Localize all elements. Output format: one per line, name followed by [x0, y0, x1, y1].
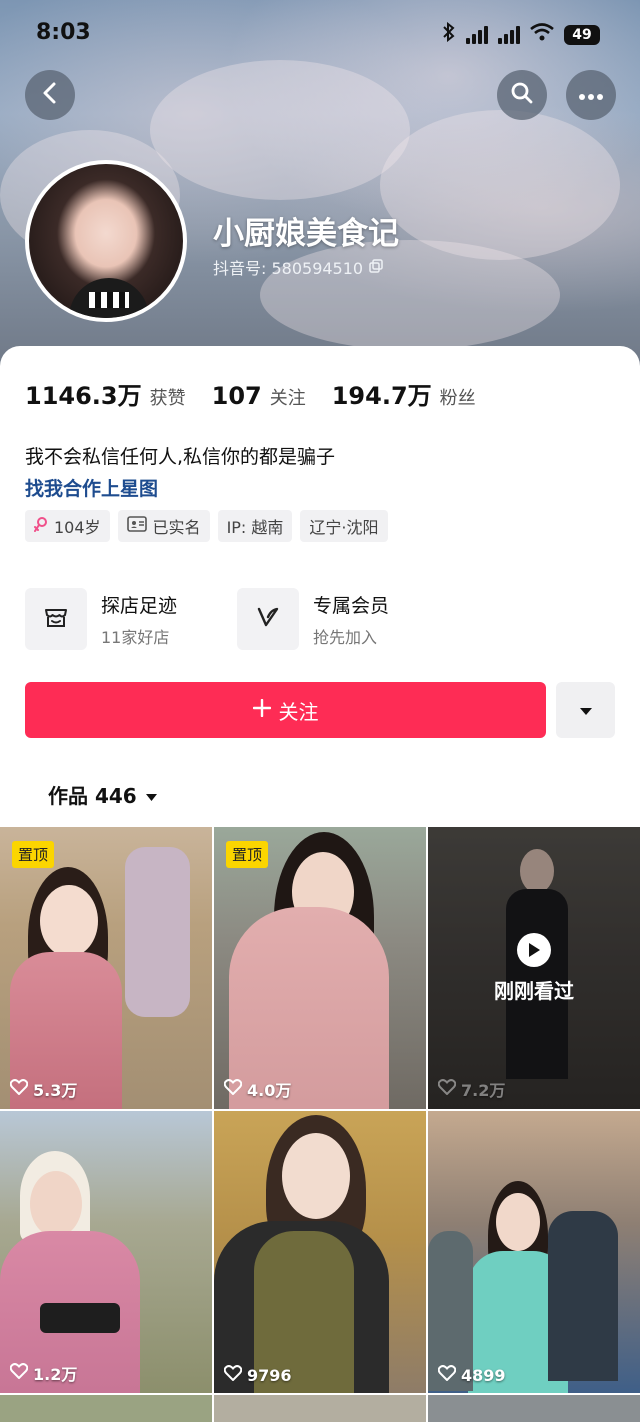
stat-followers-label: 粉丝 [439, 388, 476, 409]
tab-works[interactable]: 作品 446 [48, 780, 158, 809]
tag-ip: IP: 越南 [217, 510, 293, 542]
recently-viewed-overlay: 刚刚看过 [428, 827, 640, 1109]
follow-button[interactable]: 关注 [25, 682, 546, 738]
video-likes: 7.2万 [437, 1077, 506, 1101]
heart-icon [223, 1365, 243, 1385]
chevron-left-icon [41, 81, 59, 109]
heart-icon [9, 1363, 29, 1383]
wifi-icon [530, 23, 554, 46]
stats-row: 1146.3万 获赞 107 关注 194.7万 粉丝 [25, 376, 502, 411]
recommend-dropdown-button[interactable] [556, 682, 615, 738]
video-thumb[interactable]: 刚刚看过 7.2万 [428, 827, 640, 1109]
signal-icon-2 [498, 25, 520, 44]
follow-label: 关注 [278, 699, 319, 724]
vip-title: 专属会员 [313, 594, 390, 617]
status-bar: 8:03 49 [0, 0, 640, 64]
play-icon [517, 932, 551, 967]
search-icon [510, 81, 534, 109]
video-thumb[interactable]: 置顶 4.0万 [214, 827, 426, 1109]
vip-v-icon [254, 603, 282, 635]
recently-viewed-text: 刚刚看过 [494, 978, 574, 1003]
stat-likes[interactable]: 1146.3万 获赞 [25, 376, 186, 411]
triangle-down-icon [145, 783, 158, 807]
tag-verified: 已实名 [117, 510, 210, 542]
signal-icon [466, 25, 488, 44]
copy-icon[interactable] [369, 258, 383, 277]
stat-following-value: 107 [211, 382, 262, 410]
bio-link[interactable]: 找我合作上星图 [25, 474, 158, 501]
heart-icon [437, 1365, 457, 1385]
heart-icon [437, 1079, 457, 1099]
video-likes: 4.0万 [223, 1077, 292, 1101]
more-button[interactable] [566, 70, 616, 120]
female-icon [34, 516, 48, 536]
stat-likes-value: 1146.3万 [25, 382, 142, 410]
id-card-icon [126, 516, 147, 536]
bio-text: 我不会私信任何人,私信你的都是骗子 [25, 446, 336, 468]
status-time: 8:03 [36, 20, 91, 45]
shop-visits-subtitle: 11家好店 [101, 627, 170, 647]
tag-location: 辽宁·沈阳 [300, 510, 388, 542]
video-thumb[interactable] [0, 1395, 212, 1422]
video-likes-count: 7.2万 [461, 1081, 506, 1100]
works-tab-label: 作品 446 [48, 784, 137, 808]
tag-age: 104岁 [25, 510, 110, 542]
status-icons: 49 [442, 21, 600, 47]
video-likes-count: 4899 [461, 1365, 506, 1385]
video-thumb[interactable]: 1.2万 [0, 1111, 212, 1393]
avatar-pattern [89, 292, 129, 308]
video-likes: 5.3万 [9, 1077, 78, 1101]
video-likes: 4899 [437, 1365, 506, 1385]
store-icon [42, 603, 70, 635]
bluetooth-icon [442, 21, 456, 47]
video-likes-count: 5.3万 [33, 1081, 78, 1100]
video-thumb[interactable]: 9796 [214, 1111, 426, 1393]
stat-followers[interactable]: 194.7万 粉丝 [332, 376, 476, 411]
tag-verified-text: 已实名 [152, 518, 201, 537]
plus-icon [252, 698, 271, 722]
video-thumb[interactable]: 4899 [428, 1111, 640, 1393]
stat-likes-label: 获赞 [149, 388, 186, 409]
video-thumb[interactable] [214, 1395, 426, 1422]
video-likes-count: 9796 [247, 1365, 292, 1385]
battery-icon: 49 [564, 24, 600, 45]
stat-following[interactable]: 107 关注 [212, 382, 306, 410]
douyin-id-text: 抖音号: 580594510 [213, 259, 364, 278]
douyin-id[interactable]: 抖音号: 580594510 [213, 255, 383, 279]
vip-subtitle: 抢先加入 [313, 627, 378, 647]
shop-visits-entry[interactable]: 探店足迹 11家好店 [25, 588, 177, 650]
video-likes-count: 4.0万 [247, 1081, 292, 1100]
video-thumb[interactable] [428, 1395, 640, 1422]
stat-following-label: 关注 [269, 388, 306, 409]
stat-followers-value: 194.7万 [331, 382, 432, 410]
search-button[interactable] [497, 70, 547, 120]
heart-icon [223, 1079, 243, 1099]
triangle-down-icon [579, 701, 593, 720]
profile-name: 小厨娘美食记 [213, 216, 399, 252]
video-likes: 1.2万 [9, 1361, 78, 1385]
heart-icon [9, 1079, 29, 1099]
tags-row: 104岁 已实名 IP: 越南 辽宁·沈阳 [25, 510, 388, 542]
pinned-badge: 置顶 [226, 841, 269, 868]
shop-icon-box [25, 588, 87, 650]
pinned-badge: 置顶 [12, 841, 55, 868]
back-button[interactable] [25, 70, 75, 120]
video-likes: 9796 [223, 1365, 292, 1385]
profile-page: { "status_bar": {"time": "8:03", "batter… [0, 0, 640, 1422]
more-dots-icon [578, 86, 604, 105]
tag-age-text: 104岁 [54, 518, 101, 537]
shop-visits-title: 探店足迹 [101, 594, 178, 617]
avatar[interactable] [25, 160, 187, 322]
vip-icon-box [237, 588, 299, 650]
video-likes-count: 1.2万 [33, 1365, 78, 1384]
vip-membership-entry[interactable]: 专属会员 抢先加入 [237, 588, 389, 650]
video-thumb[interactable]: 置顶 5.3万 [0, 827, 212, 1109]
